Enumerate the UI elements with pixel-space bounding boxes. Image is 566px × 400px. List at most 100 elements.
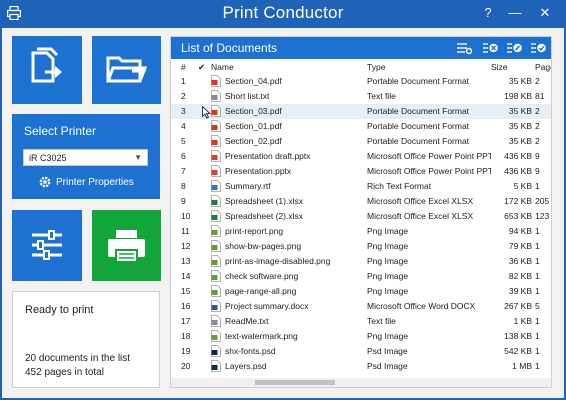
row-name: Section_03.pdf <box>225 106 282 116</box>
row-number: 11 <box>181 226 190 236</box>
row-number: 20 <box>181 361 191 371</box>
table-row[interactable]: 4 Section_01.pdf Portable Document Format 3… <box>171 119 551 134</box>
column-check[interactable]: ✔ <box>198 62 205 73</box>
row-pages: 205 <box>535 196 550 206</box>
horizontal-scrollbar[interactable] <box>171 378 551 387</box>
row-type: Text file <box>367 91 396 101</box>
table-row[interactable]: 13 print-as-image-disabled.png Png Image 36… <box>171 254 551 269</box>
row-pages: 2 <box>535 106 540 116</box>
row-number: 3 <box>181 106 186 116</box>
select-printer-label: Select Printer <box>24 124 97 138</box>
remove-processed-icon[interactable] <box>506 41 522 55</box>
row-size: 267 KB <box>504 301 532 311</box>
row-type: Microsoft Office Power Point PPTX <box>367 166 491 176</box>
row-type: Png Image <box>367 226 409 236</box>
row-name: Spreadsheet (2).xlsx <box>225 211 303 221</box>
table-row[interactable]: 9 Spreadsheet (1).xlsx Microsoft Office Ex… <box>171 194 551 209</box>
add-files-button[interactable] <box>12 36 82 104</box>
png-file-icon <box>211 255 221 267</box>
column-type[interactable]: Type <box>367 62 385 72</box>
column-pages[interactable]: Pages <box>535 62 551 72</box>
table-row[interactable]: 6 Presentation draft.pptx Microsoft Office… <box>171 149 551 164</box>
png-file-icon <box>211 270 221 282</box>
row-pages: 1 <box>535 241 540 251</box>
table-row[interactable]: 3 Section_03.pdf Portable Document Format 3… <box>171 104 551 119</box>
table-row[interactable]: 17 ReadMe.txt Text file 1 KB 1 <box>171 314 551 329</box>
list-options-icon[interactable] <box>456 41 472 55</box>
table-row[interactable]: 14 check software.png Png Image 82 KB 1 <box>171 269 551 284</box>
mouse-cursor-icon <box>202 106 211 119</box>
png-file-icon <box>211 240 221 252</box>
title-bar: Print Conductor ? — ✕ <box>0 0 566 28</box>
column-number[interactable]: # <box>181 62 186 72</box>
row-size: 35 KB <box>508 121 532 131</box>
select-printer-panel: Select Printer iR C3025 ▼ Printer Proper… <box>12 114 160 199</box>
pdf-file-icon <box>211 120 221 132</box>
documents-count: 20 documents in the list <box>25 353 131 364</box>
pdf-file-icon <box>211 105 221 117</box>
row-pages: 9 <box>535 166 540 176</box>
table-row[interactable]: 15 page-range-all.png Png Image 39 KB 1 <box>171 284 551 299</box>
table-row[interactable]: 5 Section_02.pdf Portable Document Format 3… <box>171 134 551 149</box>
psd-file-icon <box>211 360 221 372</box>
status-panel: Ready to print 20 documents in the list … <box>12 291 160 388</box>
table-row[interactable]: 12 show-bw-pages.png Png Image 79 KB 1 <box>171 239 551 254</box>
row-type: Png Image <box>367 271 409 281</box>
row-name: Spreadsheet (1).xlsx <box>225 196 303 206</box>
close-button[interactable]: ✕ <box>534 2 556 24</box>
settings-button[interactable] <box>12 210 82 281</box>
table-row[interactable]: 11 print-report.png Png Image 94 KB 1 <box>171 224 551 239</box>
png-file-icon <box>211 330 221 342</box>
row-size: 82 KB <box>508 271 532 281</box>
row-number: 6 <box>181 151 186 161</box>
rtf-file-icon <box>211 180 221 192</box>
row-pages: 1 <box>535 181 540 191</box>
column-headers: # ✔ Name Type Size Pages <box>171 60 551 74</box>
row-type: Microsoft Office Power Point PPTX <box>367 151 491 161</box>
row-number: 14 <box>181 271 191 281</box>
row-type: Text file <box>367 316 396 326</box>
add-folder-button[interactable] <box>92 36 161 104</box>
table-row[interactable]: 18 text-watermark.png Png Image 138 KB 1 <box>171 329 551 344</box>
table-row[interactable]: 19 shx-fonts.psd Psd Image 542 KB 1 <box>171 344 551 359</box>
row-pages: 2 <box>535 76 540 86</box>
row-name: Presentation.pptx <box>225 166 292 176</box>
remove-all-icon[interactable] <box>530 41 546 55</box>
row-name: check software.png <box>225 271 299 281</box>
row-pages: 1 <box>535 331 540 341</box>
row-size: 1 MB <box>512 361 532 371</box>
scrollbar-thumb[interactable] <box>255 380 335 385</box>
row-type: Psd Image <box>367 346 408 356</box>
row-name: print-as-image-disabled.png <box>225 256 331 266</box>
column-size[interactable]: Size <box>491 62 508 72</box>
row-type: Png Image <box>367 331 409 341</box>
row-size: 35 KB <box>508 136 532 146</box>
minimize-button[interactable]: — <box>504 2 526 24</box>
printer-icon <box>108 230 145 263</box>
row-type: Portable Document Format <box>367 136 470 146</box>
table-row[interactable]: 2 Short list.txt Text file 198 KB 81 <box>171 89 551 104</box>
printer-select[interactable]: iR C3025 ▼ <box>23 149 148 166</box>
table-row[interactable]: 7 Presentation.pptx Microsoft Office Power… <box>171 164 551 179</box>
printer-properties-link[interactable]: Printer Properties <box>39 176 134 188</box>
row-name: show-bw-pages.png <box>225 241 302 251</box>
row-number: 12 <box>181 241 191 251</box>
row-size: 436 KB <box>504 166 532 176</box>
row-size: 35 KB <box>508 76 532 86</box>
table-row[interactable]: 10 Spreadsheet (2).xlsx Microsoft Office E… <box>171 209 551 224</box>
powerpoint-file-icon <box>211 150 221 162</box>
row-pages: 1 <box>535 316 540 326</box>
gear-icon <box>39 176 51 188</box>
print-button[interactable] <box>92 210 161 281</box>
help-button[interactable]: ? <box>477 2 499 24</box>
table-row[interactable]: 20 Layers.psd Psd Image 1 MB 1 <box>171 359 551 374</box>
row-number: 19 <box>181 346 191 356</box>
row-number: 9 <box>181 196 186 206</box>
column-name[interactable]: Name <box>211 62 234 72</box>
psd-file-icon <box>211 345 221 357</box>
remove-selected-icon[interactable] <box>482 41 498 55</box>
row-type: Portable Document Format <box>367 121 470 131</box>
table-row[interactable]: 1 Section_04.pdf Portable Document Format 3… <box>171 74 551 89</box>
table-row[interactable]: 8 Summary.rtf Rich Text Format 5 KB 1 <box>171 179 551 194</box>
table-row[interactable]: 16 Project summary.docx Microsoft Office W… <box>171 299 551 314</box>
